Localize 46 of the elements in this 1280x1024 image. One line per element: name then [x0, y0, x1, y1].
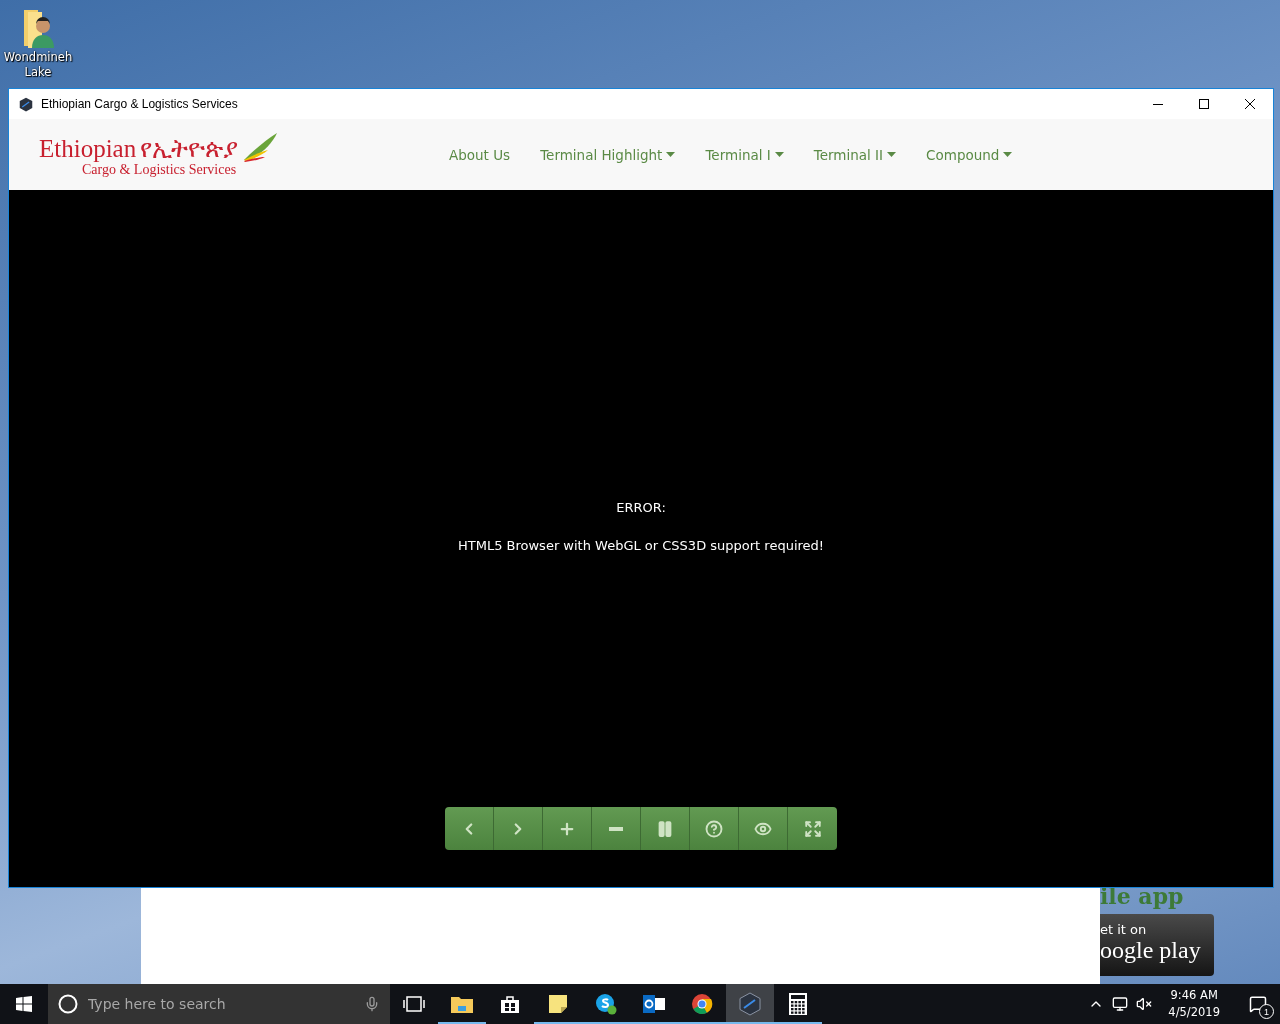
mail-icon — [643, 994, 665, 1014]
browser-icon — [691, 993, 713, 1015]
desktop-icon-label: Wondmineh — [3, 50, 73, 65]
muted-speaker-icon[interactable] — [1136, 996, 1153, 1012]
nav-link[interactable]: About Us — [449, 146, 511, 163]
logo-name: Ethiopian — [39, 135, 137, 162]
nav-link[interactable]: Terminal I — [705, 146, 784, 163]
search-box[interactable]: Type here to search — [48, 984, 390, 1024]
notifications-button[interactable]: 1 — [1236, 984, 1280, 1024]
hexagon-icon — [739, 992, 761, 1016]
windows-icon — [16, 996, 32, 1012]
caret-icon — [887, 152, 897, 157]
skype-icon — [595, 993, 617, 1015]
logo-amharic: የኢትዮጵያ — [140, 135, 239, 162]
help-icon — [705, 819, 723, 838]
search-field[interactable]: Type here to search — [86, 995, 356, 1013]
nav-link[interactable]: Compound — [926, 146, 1013, 163]
folder-icon — [451, 995, 473, 1013]
fullscreen-icon — [803, 819, 822, 838]
window-title: Ethiopian Cargo & Logistics Services — [41, 97, 239, 111]
minus-icon — [609, 826, 623, 831]
nav-link[interactable]: Terminal II — [813, 146, 897, 163]
shopping-bag-icon — [500, 994, 520, 1014]
task-view-icon — [403, 996, 425, 1012]
app-heading: ile app — [1100, 884, 1184, 908]
sticky-note-icon — [549, 995, 567, 1013]
message-icon — [1249, 995, 1267, 1013]
app-icon — [19, 96, 33, 112]
nav-link[interactable]: Terminal Highlight — [540, 146, 676, 163]
microphone-icon — [364, 996, 380, 1012]
error-title: ERROR: — [616, 500, 666, 515]
clock[interactable]: 9:46 AM 4/5/2019 — [1160, 987, 1228, 1021]
store-badge[interactable]: et it on oogle play — [1100, 914, 1214, 976]
taskbar-app[interactable] — [726, 984, 774, 1024]
desktop-icon-label: Lake — [24, 65, 52, 80]
search-circle-icon — [58, 994, 78, 1014]
error-message: HTML5 Browser with WebGL or CSS3D support required! — [457, 538, 824, 553]
maximize-icon — [1199, 99, 1209, 109]
calculator-icon — [789, 993, 807, 1015]
logo-tail-icon — [242, 131, 279, 162]
caret-icon — [666, 152, 676, 157]
logo-subtitle: Cargo & Logistics Services — [82, 161, 238, 178]
close-icon — [1245, 99, 1255, 109]
caret-icon — [1003, 152, 1013, 157]
pause-icon — [656, 819, 674, 838]
caret-icon — [774, 152, 784, 157]
